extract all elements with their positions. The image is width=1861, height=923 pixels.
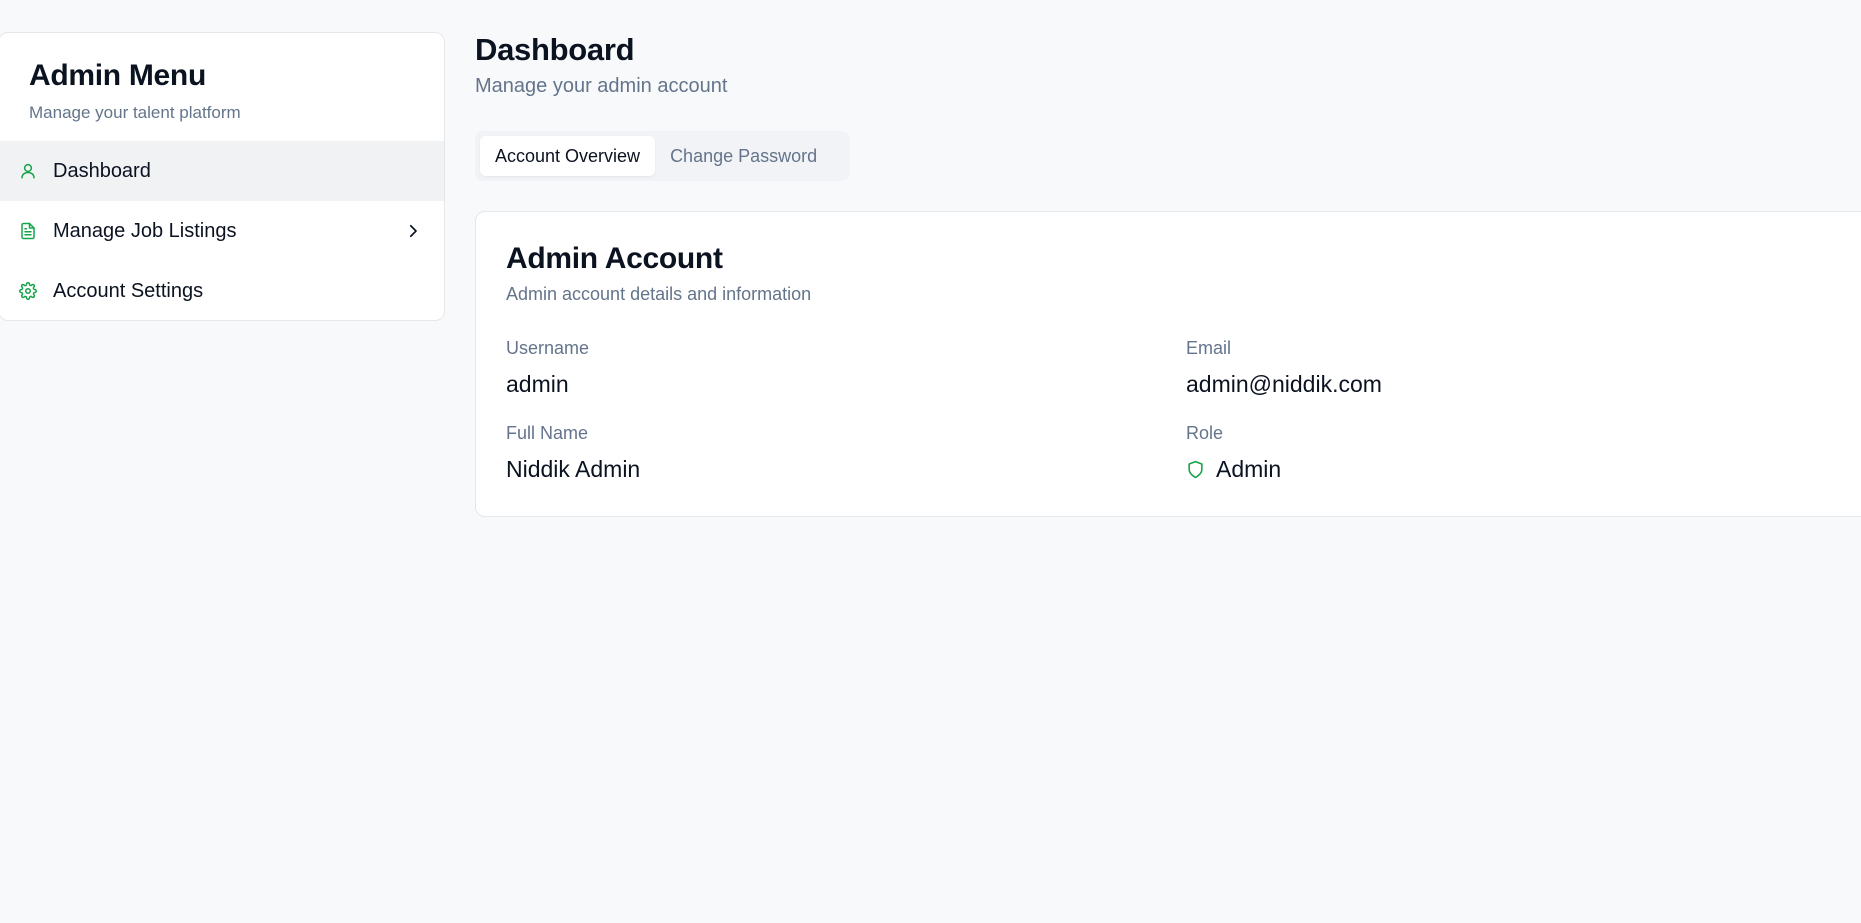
sidebar-item-account-settings[interactable]: Account Settings (0, 261, 444, 320)
username-label: Username (506, 338, 590, 358)
tab-change-password[interactable]: Change Password (655, 136, 832, 176)
chevron-right-icon[interactable] (404, 222, 422, 240)
role-label: Role (1186, 423, 1224, 443)
page-subtitle: Manage your admin account (475, 75, 728, 97)
user-icon (19, 162, 37, 180)
gear-icon (19, 282, 37, 300)
sidebar-title: Admin Menu (29, 59, 206, 92)
sidebar-item-label: Account Settings (53, 279, 204, 302)
sidebar-item-label: Dashboard (53, 159, 151, 182)
full-name-label: Full Name (506, 423, 589, 443)
full-name-value: Niddik Admin (506, 456, 641, 482)
tab-account-overview[interactable]: Account Overview (480, 136, 656, 176)
admin-sidebar: Admin Menu Manage your talent platform D… (0, 32, 445, 321)
page-title: Dashboard (475, 32, 635, 67)
sidebar-subtitle: Manage your talent platform (29, 103, 241, 122)
card-title: Admin Account (506, 242, 723, 275)
role-value-text: Admin (1216, 456, 1282, 482)
email-field: Email admin@niddik.com (1186, 338, 1382, 398)
shield-icon (1186, 459, 1205, 480)
email-value: admin@niddik.com (1186, 371, 1382, 397)
username-field: Username admin (506, 338, 589, 398)
sidebar-header: Admin Menu Manage your talent platform (0, 33, 444, 141)
username-value: admin (506, 371, 569, 397)
card-description: Admin account details and information (506, 284, 812, 304)
role-value: Admin (1186, 456, 1281, 483)
full-name-field: Full Name Niddik Admin (506, 423, 640, 483)
sidebar-item-label: Manage Job Listings (53, 219, 237, 242)
admin-account-card: Admin Account Admin account details and … (475, 211, 1861, 517)
file-text-icon (19, 222, 37, 240)
email-label: Email (1186, 338, 1232, 358)
role-field: Role Admin (1186, 423, 1281, 483)
tab-list: Account Overview Change Password (475, 131, 850, 181)
sidebar-item-dashboard[interactable]: Dashboard (0, 141, 444, 201)
sidebar-item-manage-job-listings[interactable]: Manage Job Listings (0, 201, 444, 261)
